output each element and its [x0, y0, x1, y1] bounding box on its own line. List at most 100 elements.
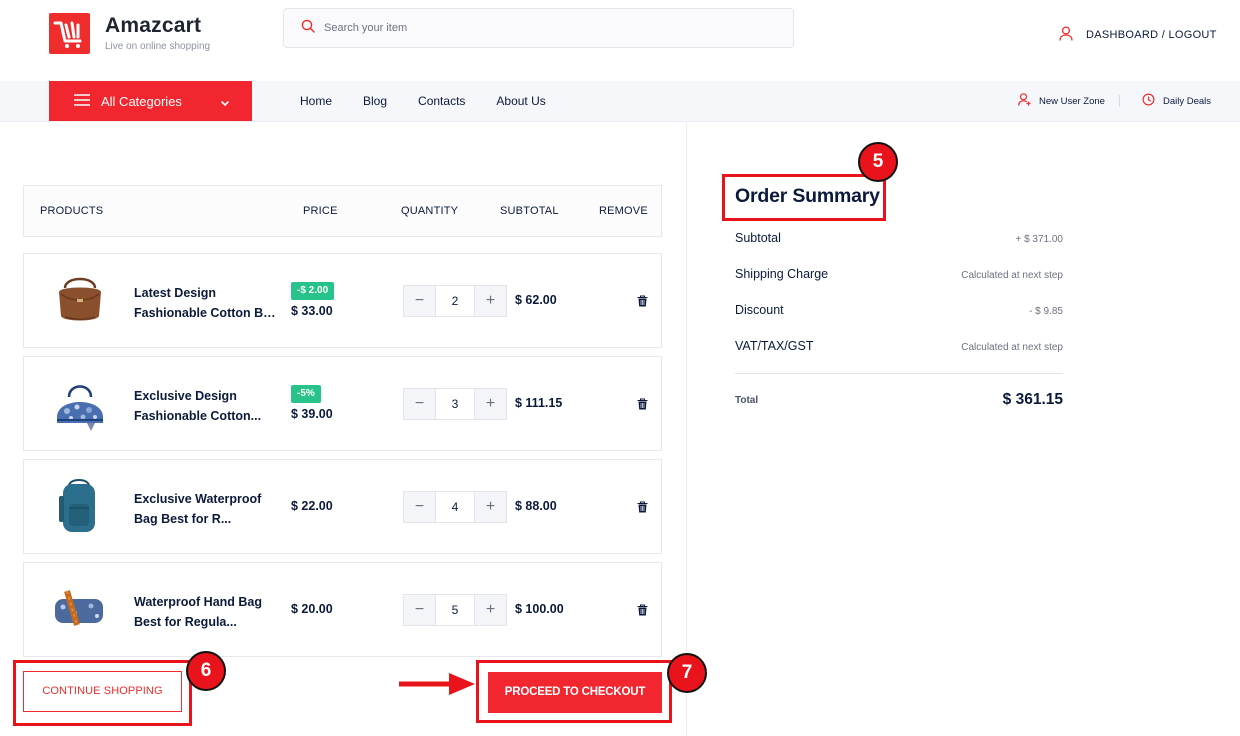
trash-icon[interactable] — [637, 500, 648, 518]
nav-bar: All Categories Home Blog Contacts About … — [0, 81, 1240, 122]
step-badge-6: 6 — [186, 651, 226, 691]
decrease-quantity-button[interactable]: − — [404, 286, 435, 316]
discount-badge: -$ 2.00 — [291, 282, 335, 300]
logo-icon — [49, 13, 90, 54]
product-name-line1: Exclusive Waterproof — [134, 492, 262, 506]
summary-row-shipping: Shipping Charge Calculated at next step — [735, 267, 1063, 281]
header-price: PRICE — [303, 205, 338, 217]
increase-quantity-button[interactable]: + — [475, 286, 506, 316]
decrease-quantity-button[interactable]: − — [404, 595, 435, 625]
product-name-line2: Fashionable Cotton Ba... — [134, 306, 279, 320]
summary-value: - $ 9.85 — [1029, 306, 1063, 317]
quantity-stepper: − 2 + — [403, 285, 507, 317]
search-icon[interactable] — [301, 19, 315, 38]
daily-deals-label: Daily Deals — [1162, 95, 1211, 107]
nav-divider — [1118, 95, 1120, 107]
trash-icon[interactable] — [637, 397, 648, 415]
row-subtotal: $ 88.00 — [515, 499, 557, 513]
proceed-to-checkout-button[interactable]: PROCEED TO CHECKOUT — [488, 672, 662, 713]
search-input[interactable] — [324, 22, 724, 34]
step-badge-5: 5 — [858, 142, 898, 182]
summary-label: VAT/TAX/GST — [735, 339, 814, 353]
product-name-line1: Waterproof Hand Bag — [134, 595, 263, 609]
header-quantity: QUANTITY — [401, 205, 459, 217]
product-name[interactable]: Latest Design Fashionable Cotton Ba... — [134, 283, 279, 323]
product-price: $ 39.00 — [291, 407, 333, 421]
nav-right-links: New User Zone Daily Deals — [1010, 81, 1211, 121]
continue-shopping-button[interactable]: CONTINUE SHOPPING — [23, 671, 182, 712]
panel-divider — [686, 122, 687, 736]
brand-logo[interactable]: Amazcart Live on online shopping — [49, 13, 210, 54]
increase-quantity-button[interactable]: + — [475, 595, 506, 625]
arrow-right-icon — [399, 671, 477, 702]
product-name-line1: Exclusive Design — [134, 389, 237, 403]
total-value: $ 361.15 — [1002, 391, 1063, 408]
summary-row-vat: VAT/TAX/GST Calculated at next step — [735, 339, 1063, 353]
summary-label: Discount — [735, 303, 784, 317]
quantity-value[interactable]: 4 — [435, 492, 475, 522]
product-name-line1: Latest Design — [134, 286, 216, 300]
product-price: $ 33.00 — [291, 304, 333, 318]
account-link-label: DASHBOARD / LOGOUT — [1086, 29, 1217, 41]
header-products: PRODUCTS — [40, 205, 104, 217]
cart-row: Exclusive Design Fashionable Cotton... -… — [23, 356, 662, 451]
step-badge-7: 7 — [667, 653, 707, 693]
menu-blog[interactable]: Blog — [363, 94, 387, 108]
quantity-stepper: − 5 + — [403, 594, 507, 626]
product-name[interactable]: Waterproof Hand Bag Best for Regula... — [134, 592, 279, 632]
product-name[interactable]: Exclusive Design Fashionable Cotton... — [134, 386, 279, 426]
brand-tagline: Live on online shopping — [105, 41, 211, 52]
search-bar — [283, 8, 794, 48]
header-subtotal: SUBTOTAL — [500, 205, 559, 217]
increase-quantity-button[interactable]: + — [475, 492, 506, 522]
quantity-stepper: − 3 + — [403, 388, 507, 420]
row-subtotal: $ 100.00 — [515, 602, 564, 616]
daily-deals-link[interactable]: Daily Deals — [1134, 93, 1211, 109]
summary-label: Subtotal — [735, 231, 781, 245]
all-categories-button[interactable]: All Categories — [49, 81, 252, 121]
row-subtotal: $ 111.15 — [515, 396, 563, 410]
product-price: $ 20.00 — [291, 602, 333, 616]
menu-home[interactable]: Home — [300, 94, 332, 108]
brand-name: Amazcart — [105, 14, 202, 37]
row-subtotal: $ 62.00 — [515, 293, 557, 307]
total-label: Total — [735, 395, 759, 406]
product-image-brown-handbag[interactable] — [47, 272, 113, 330]
increase-quantity-button[interactable]: + — [475, 389, 506, 419]
cart-table-header: PRODUCTS PRICE QUANTITY SUBTOTAL REMOVE — [23, 185, 662, 237]
menu-about-us[interactable]: About Us — [496, 94, 545, 108]
all-categories-label: All Categories — [101, 93, 182, 109]
product-image-blue-floral-handbag[interactable] — [47, 375, 113, 433]
new-user-zone-label: New User Zone — [1038, 95, 1105, 107]
menu-contacts[interactable]: Contacts — [418, 94, 465, 108]
product-name[interactable]: Exclusive Waterproof Bag Best for R... — [134, 489, 279, 529]
quantity-value[interactable]: 2 — [435, 286, 475, 316]
product-price: $ 22.00 — [291, 499, 333, 513]
product-name-line2: Bag Best for R... — [134, 512, 232, 526]
quantity-value[interactable]: 3 — [435, 389, 475, 419]
clock-icon — [1142, 93, 1155, 109]
hamburger-icon — [74, 93, 90, 109]
decrease-quantity-button[interactable]: − — [404, 492, 435, 522]
user-icon — [1059, 26, 1073, 44]
cart-row: Latest Design Fashionable Cotton Ba... -… — [23, 253, 662, 348]
product-image-floral-crossbody-bag[interactable] — [47, 581, 113, 639]
decrease-quantity-button[interactable]: − — [404, 389, 435, 419]
product-image-teal-backpack[interactable] — [47, 478, 113, 536]
cart-row: Waterproof Hand Bag Best for Regula... $… — [23, 562, 662, 657]
summary-value: Calculated at next step — [961, 342, 1063, 353]
order-summary-title: Order Summary — [735, 185, 880, 207]
site-header: Amazcart Live on online shopping DASHBOA… — [0, 0, 1240, 81]
summary-value: + $ 371.00 — [1015, 234, 1063, 245]
trash-icon[interactable] — [637, 294, 648, 312]
header-remove: REMOVE — [599, 205, 648, 217]
summary-label: Shipping Charge — [735, 267, 829, 281]
discount-badge: -5% — [291, 385, 321, 403]
quantity-value[interactable]: 5 — [435, 595, 475, 625]
summary-row-subtotal: Subtotal + $ 371.00 — [735, 231, 1063, 245]
summary-value: Calculated at next step — [961, 270, 1063, 281]
product-name-line2: Best for Regula... — [134, 615, 237, 629]
trash-icon[interactable] — [637, 603, 648, 621]
account-link[interactable]: DASHBOARD / LOGOUT — [1059, 26, 1217, 44]
new-user-zone-link[interactable]: New User Zone — [1010, 93, 1105, 109]
